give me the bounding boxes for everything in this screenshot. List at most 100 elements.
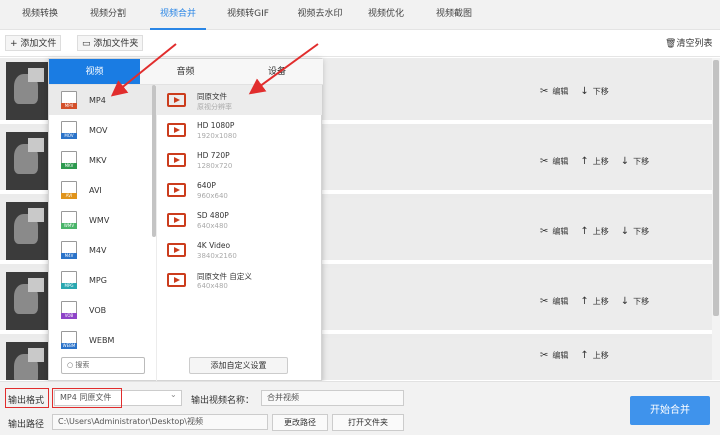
move-down-button[interactable]: 下移 bbox=[633, 226, 649, 237]
start-merge-button[interactable]: 开始合并 bbox=[630, 396, 710, 425]
format-label: MOV bbox=[89, 125, 108, 135]
top-nav: 视频转换 视频分割 视频合并 视频转GIF 视频去水印 视频优化 视频截图 bbox=[0, 0, 720, 30]
format-item-mov[interactable]: MOV MOV bbox=[49, 115, 153, 145]
vob-file-icon: VOB bbox=[61, 301, 77, 319]
annotation-box bbox=[52, 388, 122, 408]
arrow-down-icon[interactable]: ↓ bbox=[621, 296, 629, 307]
resolution-option[interactable]: 640P 960x640 bbox=[157, 175, 322, 205]
video-file-icon bbox=[167, 213, 186, 227]
option-title: 640P bbox=[197, 181, 216, 190]
option-title: HD 720P bbox=[197, 151, 230, 160]
edit-button[interactable]: 编辑 bbox=[552, 296, 568, 307]
video-thumbnail bbox=[6, 132, 48, 190]
scissors-icon[interactable]: ✂ bbox=[540, 350, 548, 361]
option-subtitle: 3840x2160 bbox=[197, 252, 237, 260]
edit-button[interactable]: 编辑 bbox=[552, 350, 568, 361]
resolution-option[interactable]: SD 480P 640x480 bbox=[157, 205, 322, 235]
popup-tab-audio[interactable]: 音频 bbox=[140, 59, 231, 85]
arrow-down-icon[interactable]: ↓ bbox=[580, 86, 588, 97]
edit-button[interactable]: 编辑 bbox=[552, 226, 568, 237]
scissors-icon[interactable]: ✂ bbox=[540, 296, 548, 307]
option-subtitle: 960x640 bbox=[197, 192, 228, 200]
format-label: VOB bbox=[89, 305, 107, 315]
move-up-button[interactable]: 上移 bbox=[593, 350, 609, 361]
format-item-mkv[interactable]: MKV MKV bbox=[49, 145, 153, 175]
video-thumbnail bbox=[6, 272, 48, 330]
option-subtitle: 640x480 bbox=[197, 282, 228, 290]
chevron-down-icon[interactable]: ⌄ bbox=[170, 390, 177, 399]
popup-tab-device[interactable]: 设备 bbox=[231, 59, 323, 85]
add-custom-setting-button[interactable]: 添加自定义设置 bbox=[189, 357, 288, 374]
add-folder-label: 添加文件夹 bbox=[93, 39, 139, 49]
resolution-option[interactable]: HD 720P 1280x720 bbox=[157, 145, 322, 175]
tab-video-split[interactable]: 视频分割 bbox=[80, 0, 136, 30]
move-up-button[interactable]: 上移 bbox=[593, 226, 609, 237]
move-up-button[interactable]: 上移 bbox=[593, 296, 609, 307]
option-subtitle: 原视分辨率 bbox=[197, 103, 232, 111]
change-path-button[interactable]: 更改路径 bbox=[272, 414, 328, 431]
arrow-up-icon[interactable]: ↑ bbox=[580, 156, 588, 167]
format-item-vob[interactable]: VOB VOB bbox=[49, 295, 153, 325]
format-item-mp4[interactable]: MP4 MP4 bbox=[49, 85, 153, 115]
arrow-down-icon[interactable]: ↓ bbox=[621, 156, 629, 167]
toolbar: + 添加文件 ▭ 添加文件夹 🗑清空列表 bbox=[0, 30, 720, 57]
mpg-file-icon: MPG bbox=[61, 271, 77, 289]
format-label: M4V bbox=[89, 245, 107, 255]
video-file-icon bbox=[167, 93, 186, 107]
format-item-webm[interactable]: WEBM WEBM bbox=[49, 325, 153, 355]
scrollbar-thumb[interactable] bbox=[713, 60, 719, 316]
m4v-file-icon: M4V bbox=[61, 241, 77, 259]
scissors-icon[interactable]: ✂ bbox=[540, 86, 548, 97]
format-label: AVI bbox=[89, 185, 102, 195]
format-item-wmv[interactable]: WMV WMV bbox=[49, 205, 153, 235]
video-thumbnail bbox=[6, 62, 48, 120]
arrow-down-icon[interactable]: ↓ bbox=[621, 226, 629, 237]
add-file-button[interactable]: + 添加文件 bbox=[5, 35, 62, 51]
wmv-file-icon: WMV bbox=[61, 211, 77, 229]
move-down-button[interactable]: 下移 bbox=[633, 296, 649, 307]
resolution-option[interactable]: 同原文件 原视分辨率 bbox=[157, 85, 322, 115]
clear-list-button[interactable]: 🗑清空列表 bbox=[660, 35, 718, 51]
option-subtitle: 640x480 bbox=[197, 222, 228, 230]
resolution-option[interactable]: 同原文件 自定义 640x480 bbox=[157, 265, 322, 295]
format-label: MPG bbox=[89, 275, 107, 285]
mp4-file-icon: MP4 bbox=[61, 91, 77, 109]
list-scrollbar[interactable] bbox=[712, 58, 720, 380]
scissors-icon[interactable]: ✂ bbox=[540, 156, 548, 167]
annotation-box bbox=[5, 388, 49, 408]
video-thumbnail bbox=[6, 202, 48, 260]
output-name-input[interactable]: 合并视频 bbox=[261, 390, 404, 406]
add-folder-button[interactable]: ▭ 添加文件夹 bbox=[77, 35, 144, 51]
move-down-button[interactable]: 下移 bbox=[633, 156, 649, 167]
tab-remove-watermark[interactable]: 视频去水印 bbox=[288, 0, 352, 30]
output-name-value: 合并视频 bbox=[267, 393, 299, 402]
format-popup: 视频 音频 设备 MP4 MP4 MOV MOV MKV MKV AVI AVI WMV… bbox=[48, 58, 323, 382]
tab-video-screenshot[interactable]: 视频截图 bbox=[428, 0, 480, 30]
resolution-option[interactable]: HD 1080P 1920x1080 bbox=[157, 115, 322, 145]
search-placeholder: 搜索 bbox=[75, 361, 90, 369]
arrow-up-icon[interactable]: ↑ bbox=[580, 350, 588, 361]
folder-icon: ▭ bbox=[82, 39, 94, 49]
option-title: 同原文件 自定义 bbox=[197, 272, 252, 281]
format-item-m4v[interactable]: M4V M4V bbox=[49, 235, 153, 265]
option-title: 同原文件 bbox=[197, 92, 227, 101]
tab-video-optimize[interactable]: 视频优化 bbox=[360, 0, 412, 30]
popup-tab-video[interactable]: 视频 bbox=[49, 59, 140, 85]
move-down-button[interactable]: 下移 bbox=[593, 86, 609, 97]
resolution-option[interactable]: 4K Video 3840x2160 bbox=[157, 235, 322, 265]
scissors-icon[interactable]: ✂ bbox=[540, 226, 548, 237]
edit-button[interactable]: 编辑 bbox=[552, 86, 568, 97]
move-up-button[interactable]: 上移 bbox=[593, 156, 609, 167]
arrow-up-icon[interactable]: ↑ bbox=[580, 226, 588, 237]
open-folder-button[interactable]: 打开文件夹 bbox=[332, 414, 404, 431]
format-search-input[interactable]: ○ 搜索 bbox=[61, 357, 145, 374]
tab-video-convert[interactable]: 视频转换 bbox=[12, 0, 68, 30]
format-item-mpg[interactable]: MPG MPG bbox=[49, 265, 153, 295]
video-thumbnail bbox=[6, 342, 48, 380]
tab-video-to-gif[interactable]: 视频转GIF bbox=[220, 0, 276, 30]
format-item-avi[interactable]: AVI AVI bbox=[49, 175, 153, 205]
arrow-up-icon[interactable]: ↑ bbox=[580, 296, 588, 307]
output-path-input[interactable]: C:\Users\Administrator\Desktop\视频 bbox=[52, 414, 268, 430]
tab-video-merge[interactable]: 视频合并 bbox=[150, 0, 206, 30]
edit-button[interactable]: 编辑 bbox=[552, 156, 568, 167]
